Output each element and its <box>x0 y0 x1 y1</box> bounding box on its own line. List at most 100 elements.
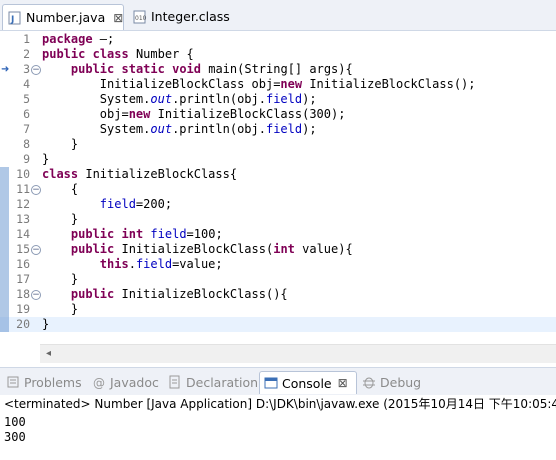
editor-tab-bar: J Number.java ⊠ 010 Integer.class <box>0 0 556 31</box>
line-number: 12 <box>16 197 30 211</box>
code-line[interactable]: 6 obj=new InitializeBlockClass(300); <box>0 107 556 122</box>
occurrence-marker <box>0 257 9 272</box>
code-text: field=200; <box>99 197 173 211</box>
declaration-icon <box>168 375 182 389</box>
code-line[interactable]: 18− public InitializeBlockClass(){ <box>0 287 556 302</box>
tab-label: Console <box>282 375 332 391</box>
line-number: 16 <box>16 257 30 271</box>
line-number: 19 <box>16 302 30 316</box>
occurrence-marker <box>0 167 9 182</box>
code-line[interactable]: 14 public int field=100; <box>0 227 556 242</box>
tab-integer-class[interactable]: 010 Integer.class <box>128 4 238 29</box>
run-arrow-icon: ➜ <box>1 64 10 75</box>
tab-debug[interactable]: Debug <box>358 371 424 393</box>
console-status-line: <terminated> Number [Java Application] D… <box>4 397 556 411</box>
occurrence-marker <box>0 242 9 257</box>
code-line[interactable]: ➜ 3− public static void main(String[] arg… <box>0 62 556 77</box>
code-line[interactable]: 7 System.out.println(obj.field); <box>0 122 556 137</box>
scroll-left-icon[interactable]: ◂ <box>46 348 51 359</box>
line-number: 14 <box>16 227 30 241</box>
tab-number-java[interactable]: J Number.java ⊠ <box>2 4 124 30</box>
code-line[interactable]: 4 InitializeBlockClass obj=new Initializ… <box>0 77 556 92</box>
svg-text:010: 010 <box>135 15 147 22</box>
svg-text:@: @ <box>93 376 105 389</box>
line-number: 17 <box>16 272 30 286</box>
code-text: System.out.println(obj.field); <box>42 92 317 106</box>
line-number: 7 <box>23 122 30 136</box>
views-tab-bar: Problems @ Javadoc Declaration Console ⊠… <box>0 367 556 396</box>
code-text: public class Number { <box>42 47 194 61</box>
occurrence-marker <box>0 197 9 212</box>
tab-declaration[interactable]: Declaration <box>164 371 259 393</box>
console-icon <box>264 376 278 390</box>
tab-label: Debug <box>380 374 422 390</box>
code-line[interactable]: 13 } <box>0 212 556 227</box>
tab-label: Problems <box>24 374 82 390</box>
tab-label: Javadoc <box>110 374 159 390</box>
occurrence-marker <box>0 227 9 242</box>
code-line[interactable]: 19 } <box>0 302 556 317</box>
code-editor[interactable]: 1 package —; 2 public class Number {➜ 3− pub… <box>0 31 556 364</box>
fold-toggle-icon[interactable]: − <box>31 65 41 75</box>
code-text: public InitializeBlockClass(){ <box>70 287 288 301</box>
occurrence-marker <box>0 302 9 317</box>
code-text: this.field=value; <box>99 257 223 271</box>
tab-label: Number.java <box>26 10 106 25</box>
close-icon[interactable]: ⊠ <box>113 11 123 25</box>
occurrence-marker <box>0 287 9 302</box>
code-text: } <box>42 212 79 226</box>
code-line[interactable]: 16 this.field=value; <box>0 257 556 272</box>
java-file-icon: J <box>8 11 22 25</box>
close-icon[interactable]: ⊠ <box>338 376 348 390</box>
tab-console[interactable]: Console ⊠ <box>259 371 357 394</box>
problems-icon <box>6 375 20 389</box>
fold-toggle-icon[interactable]: − <box>31 245 41 255</box>
fold-toggle-icon[interactable]: − <box>31 290 41 300</box>
line-number: 15 <box>16 242 30 256</box>
occurrence-marker <box>0 272 9 287</box>
horizontal-scrollbar[interactable]: ◂ <box>40 344 556 363</box>
code-text: } <box>42 137 79 151</box>
code-text: } <box>42 317 50 331</box>
line-number: 6 <box>23 107 30 121</box>
code-line[interactable]: 10 class InitializeBlockClass{ <box>0 167 556 182</box>
code-line[interactable]: 1 package —; <box>0 32 556 47</box>
code-text: public static void main(String[] args){ <box>70 62 353 76</box>
code-line[interactable]: 8 } <box>0 137 556 152</box>
line-number: 13 <box>16 212 30 226</box>
code-text: InitializeBlockClass obj=new InitializeB… <box>42 77 476 91</box>
fold-toggle-icon[interactable]: − <box>31 185 41 195</box>
code-line[interactable]: 5 System.out.println(obj.field); <box>0 92 556 107</box>
line-number: 8 <box>23 137 30 151</box>
line-number: 11 <box>16 182 30 196</box>
line-number: 2 <box>23 47 30 61</box>
tab-problems[interactable]: Problems <box>2 371 84 393</box>
debug-icon <box>362 375 376 389</box>
line-number: 4 <box>23 77 30 91</box>
tab-label: Declaration <box>186 374 259 390</box>
code-text: package —; <box>42 32 115 46</box>
console-view[interactable]: <terminated> Number [Java Application] D… <box>0 395 556 460</box>
code-text: System.out.println(obj.field); <box>42 122 317 136</box>
occurrence-marker <box>0 182 9 197</box>
line-number: 3 <box>23 62 30 76</box>
code-line[interactable]: 17 } <box>0 272 556 287</box>
line-number: 9 <box>23 152 30 166</box>
code-line[interactable]: 15− public InitializeBlockClass(int valu… <box>0 242 556 257</box>
line-number: 5 <box>23 92 30 106</box>
occurrence-marker <box>0 317 9 332</box>
code-line[interactable]: 11− { <box>0 182 556 197</box>
tab-javadoc[interactable]: @ Javadoc <box>88 371 160 393</box>
code-line[interactable]: 12 field=200; <box>0 197 556 212</box>
line-number: 20 <box>16 317 30 331</box>
console-output-line: 100 <box>4 415 26 429</box>
code-text: } <box>42 302 79 316</box>
console-output-line: 300 <box>4 430 26 444</box>
line-number: 1 <box>23 32 30 46</box>
code-line[interactable]: 2 public class Number { <box>0 47 556 62</box>
code-line[interactable]: 20} <box>0 317 556 332</box>
code-line[interactable]: 9} <box>0 152 556 167</box>
line-number: 18 <box>16 287 30 301</box>
javadoc-icon: @ <box>92 375 106 390</box>
class-file-icon: 010 <box>133 10 147 24</box>
